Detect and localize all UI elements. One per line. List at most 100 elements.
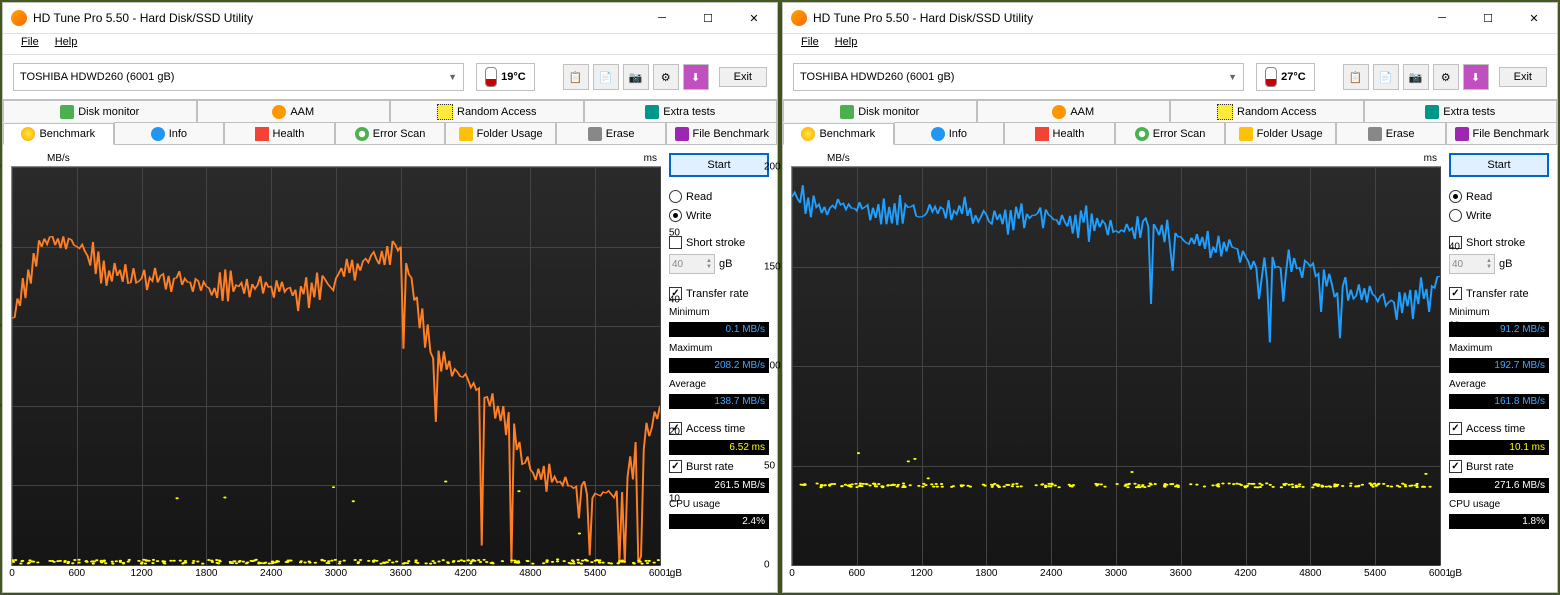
cpu-label: CPU usage: [669, 499, 769, 510]
extra-icon: [645, 105, 659, 119]
spinner-icon[interactable]: ▲▼: [706, 258, 712, 270]
max-value: 192.7 MB/s: [1449, 358, 1549, 373]
benchmark-chart: 0501001502001020304006001200180024003000…: [791, 166, 1441, 566]
save-button[interactable]: ⬇: [683, 64, 709, 90]
tab-aam[interactable]: AAM: [977, 100, 1171, 122]
maximize-button[interactable]: ☐: [685, 3, 731, 33]
scan-icon: [355, 127, 369, 141]
yright-label: ms: [644, 153, 657, 164]
start-button[interactable]: Start: [669, 153, 769, 177]
tab-error-scan[interactable]: Error Scan: [335, 122, 446, 144]
screenshot-button[interactable]: 📷: [623, 64, 649, 90]
drive-label: TOSHIBA HDWD260 (6001 gB): [20, 71, 174, 83]
access-time-checkbox[interactable]: Access time: [1449, 421, 1549, 436]
burst-rate-checkbox[interactable]: Burst rate: [669, 459, 769, 474]
options-button[interactable]: ⚙: [653, 64, 679, 90]
monitor-icon: [60, 105, 74, 119]
transfer-rate-checkbox[interactable]: Transfer rate: [1449, 286, 1549, 301]
read-radio[interactable]: Read: [1449, 189, 1549, 204]
options-button[interactable]: ⚙: [1433, 64, 1459, 90]
yleft-label: MB/s: [47, 153, 70, 164]
min-value: 0.1 MB/s: [669, 322, 769, 337]
tab-folder-usage[interactable]: Folder Usage: [445, 122, 556, 144]
burst-rate-checkbox[interactable]: Burst rate: [1449, 459, 1549, 474]
avg-label: Average: [1449, 379, 1549, 390]
tab-erase[interactable]: Erase: [1336, 122, 1447, 144]
copy-screenshot-button[interactable]: 📄: [1373, 64, 1399, 90]
tab-folder-usage[interactable]: Folder Usage: [1225, 122, 1336, 144]
minimize-button[interactable]: ─: [1419, 3, 1465, 33]
tab-health[interactable]: Health: [224, 122, 335, 144]
avg-value: 161.8 MB/s: [1449, 394, 1549, 409]
health-icon: [1035, 127, 1049, 141]
aam-icon: [1052, 105, 1066, 119]
folder-icon: [459, 127, 473, 141]
drive-select[interactable]: TOSHIBA HDWD260 (6001 gB)▼: [13, 63, 464, 91]
tab-random-access[interactable]: Random Access: [390, 100, 584, 122]
exit-button[interactable]: Exit: [1499, 67, 1547, 87]
menu-file[interactable]: File: [793, 34, 827, 54]
short-stroke-checkbox[interactable]: Short stroke: [1449, 235, 1549, 250]
access-value: 10.1 ms: [1449, 440, 1549, 455]
save-button[interactable]: ⬇: [1463, 64, 1489, 90]
access-value: 6.52 ms: [669, 440, 769, 455]
random-icon: [437, 104, 453, 120]
tab-file-benchmark[interactable]: File Benchmark: [1446, 122, 1557, 144]
tab-benchmark[interactable]: Benchmark: [783, 123, 894, 145]
temperature-display: 19°C: [476, 63, 535, 91]
tab-extra-tests[interactable]: Extra tests: [584, 100, 778, 122]
read-radio[interactable]: Read: [669, 189, 769, 204]
close-button[interactable]: ✕: [731, 3, 777, 33]
max-label: Maximum: [669, 343, 769, 354]
tab-random-access[interactable]: Random Access: [1170, 100, 1364, 122]
menu-help[interactable]: Help: [827, 34, 866, 54]
tab-info[interactable]: Info: [114, 122, 225, 144]
bulb-icon: [21, 127, 35, 141]
tab-disk-monitor[interactable]: Disk monitor: [783, 100, 977, 122]
screenshot-button[interactable]: 📷: [1403, 64, 1429, 90]
min-label: Minimum: [669, 307, 769, 318]
write-radio[interactable]: Write: [669, 208, 769, 223]
tab-error-scan[interactable]: Error Scan: [1115, 122, 1226, 144]
tab-benchmark[interactable]: Benchmark: [3, 123, 114, 145]
thermometer-icon: [1265, 67, 1277, 87]
short-stroke-input[interactable]: 40▲▼: [1449, 254, 1495, 274]
thermometer-icon: [485, 67, 497, 87]
transfer-trace: [792, 167, 1440, 565]
menu-file[interactable]: File: [13, 34, 47, 54]
tab-health[interactable]: Health: [1004, 122, 1115, 144]
tab-file-benchmark[interactable]: File Benchmark: [666, 122, 777, 144]
copy-screenshot-button[interactable]: 📄: [593, 64, 619, 90]
tab-erase[interactable]: Erase: [556, 122, 667, 144]
tab-extra-tests[interactable]: Extra tests: [1364, 100, 1558, 122]
avg-label: Average: [669, 379, 769, 390]
short-stroke-checkbox[interactable]: Short stroke: [669, 235, 769, 250]
access-time-checkbox[interactable]: Access time: [669, 421, 769, 436]
short-stroke-input[interactable]: 40▲▼: [669, 254, 715, 274]
copy-info-button[interactable]: 📋: [1343, 64, 1369, 90]
menu-help[interactable]: Help: [47, 34, 86, 54]
info-icon: [931, 127, 945, 141]
monitor-icon: [840, 105, 854, 119]
erase-icon: [1368, 127, 1382, 141]
info-icon: [151, 127, 165, 141]
exit-button[interactable]: Exit: [719, 67, 767, 87]
tab-disk-monitor[interactable]: Disk monitor: [3, 100, 197, 122]
tab-aam[interactable]: AAM: [197, 100, 391, 122]
start-button[interactable]: Start: [1449, 153, 1549, 177]
app-icon: [791, 10, 807, 26]
minimize-button[interactable]: ─: [639, 3, 685, 33]
spinner-icon[interactable]: ▲▼: [1486, 258, 1492, 270]
write-radio[interactable]: Write: [1449, 208, 1549, 223]
transfer-rate-checkbox[interactable]: Transfer rate: [669, 286, 769, 301]
close-button[interactable]: ✕: [1511, 3, 1557, 33]
window-title: HD Tune Pro 5.50 - Hard Disk/SSD Utility: [33, 11, 639, 25]
aam-icon: [272, 105, 286, 119]
copy-info-button[interactable]: 📋: [563, 64, 589, 90]
tab-info[interactable]: Info: [894, 122, 1005, 144]
benchmark-chart: 0501001502002501020304050060012001800240…: [11, 166, 661, 566]
maximize-button[interactable]: ☐: [1465, 3, 1511, 33]
burst-value: 261.5 MB/s: [669, 478, 769, 493]
min-label: Minimum: [1449, 307, 1549, 318]
drive-select[interactable]: TOSHIBA HDWD260 (6001 gB)▼: [793, 63, 1244, 91]
